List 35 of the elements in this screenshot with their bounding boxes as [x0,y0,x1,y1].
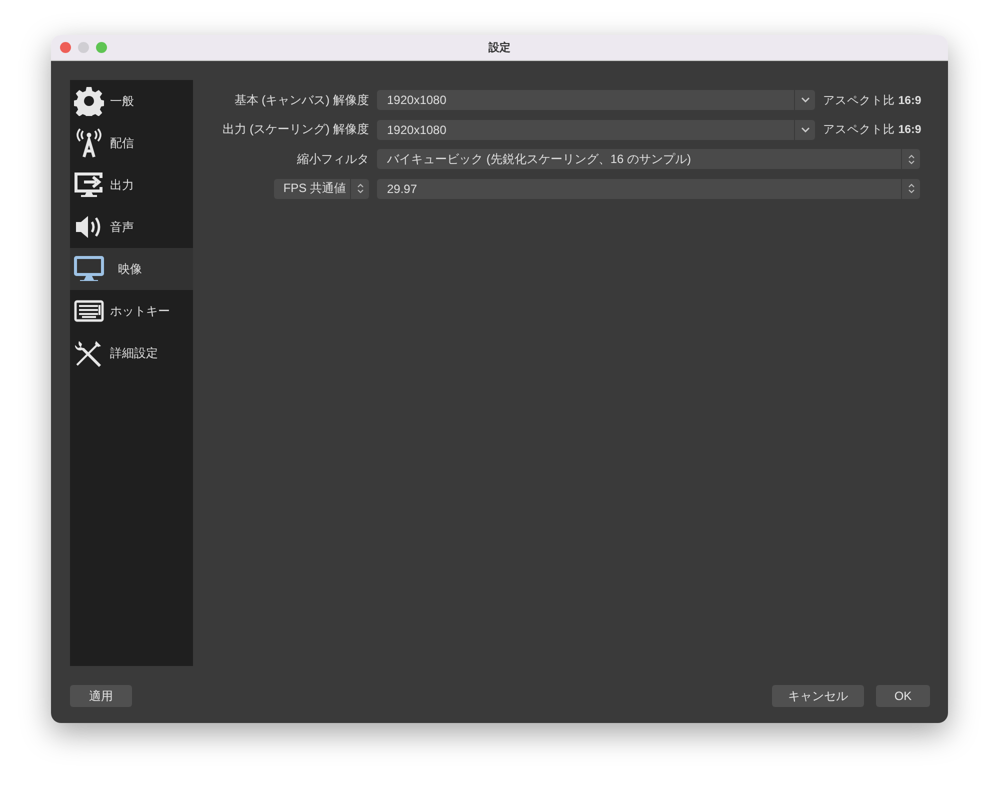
aspect-ratio-text: アスペクト比 16:9 [823,94,920,108]
resolution-combobox[interactable]: 1920x1080 [377,90,815,110]
fps-mode-selector[interactable]: FPS 共通値 [274,178,369,198]
chevron-down-icon [800,126,810,132]
sidebar-item[interactable]: 音声 [70,206,193,248]
apply-button[interactable]: 適用 [70,685,132,707]
up-down-arrows-icon [908,183,914,194]
zoom-button[interactable] [96,42,107,53]
up-down-arrows-icon [908,154,914,164]
monitor-icon [74,256,104,282]
resolution-combobox[interactable]: 1920x1080 [377,120,815,140]
field-label: 基本 (キャンバス) 解像度 [234,92,369,108]
sidebar-item[interactable]: 映像 [70,248,193,290]
frame-rate-value-dropdown[interactable]: 29.97 [377,178,920,198]
window-title: 設定 [488,42,510,54]
sidebar-item[interactable]: 詳細設定 [70,332,193,374]
ok-button[interactable]: OK [876,685,930,707]
aspect-ratio-text: アスペクト比 16:9 [823,122,920,137]
sidebar-item[interactable]: 出力 [70,164,193,206]
filter-dropdown[interactable]: バイキュービック (先鋭化スケーリング、16 のサンプル) [377,149,920,169]
minimize-button[interactable] [78,42,89,53]
gear-icon [74,86,104,116]
chevron-down-icon [800,97,810,103]
monitor-arrow-icon [74,172,104,198]
field-label: 縮小フィルタ [297,150,369,168]
sidebar-item[interactable]: ホットキー [70,290,193,332]
sidebar-item[interactable]: 配信 [70,122,193,164]
cancel-button[interactable]: キャンセル [772,685,864,707]
tools-icon [74,338,104,368]
sidebar-item[interactable]: 一般 [70,80,193,122]
up-down-arrows-icon [356,183,364,194]
close-button[interactable] [60,42,71,53]
field-label: 出力 (スケーリング) 解像度 [222,121,369,138]
antenna-icon [74,128,104,158]
keyboard-icon [74,300,104,322]
